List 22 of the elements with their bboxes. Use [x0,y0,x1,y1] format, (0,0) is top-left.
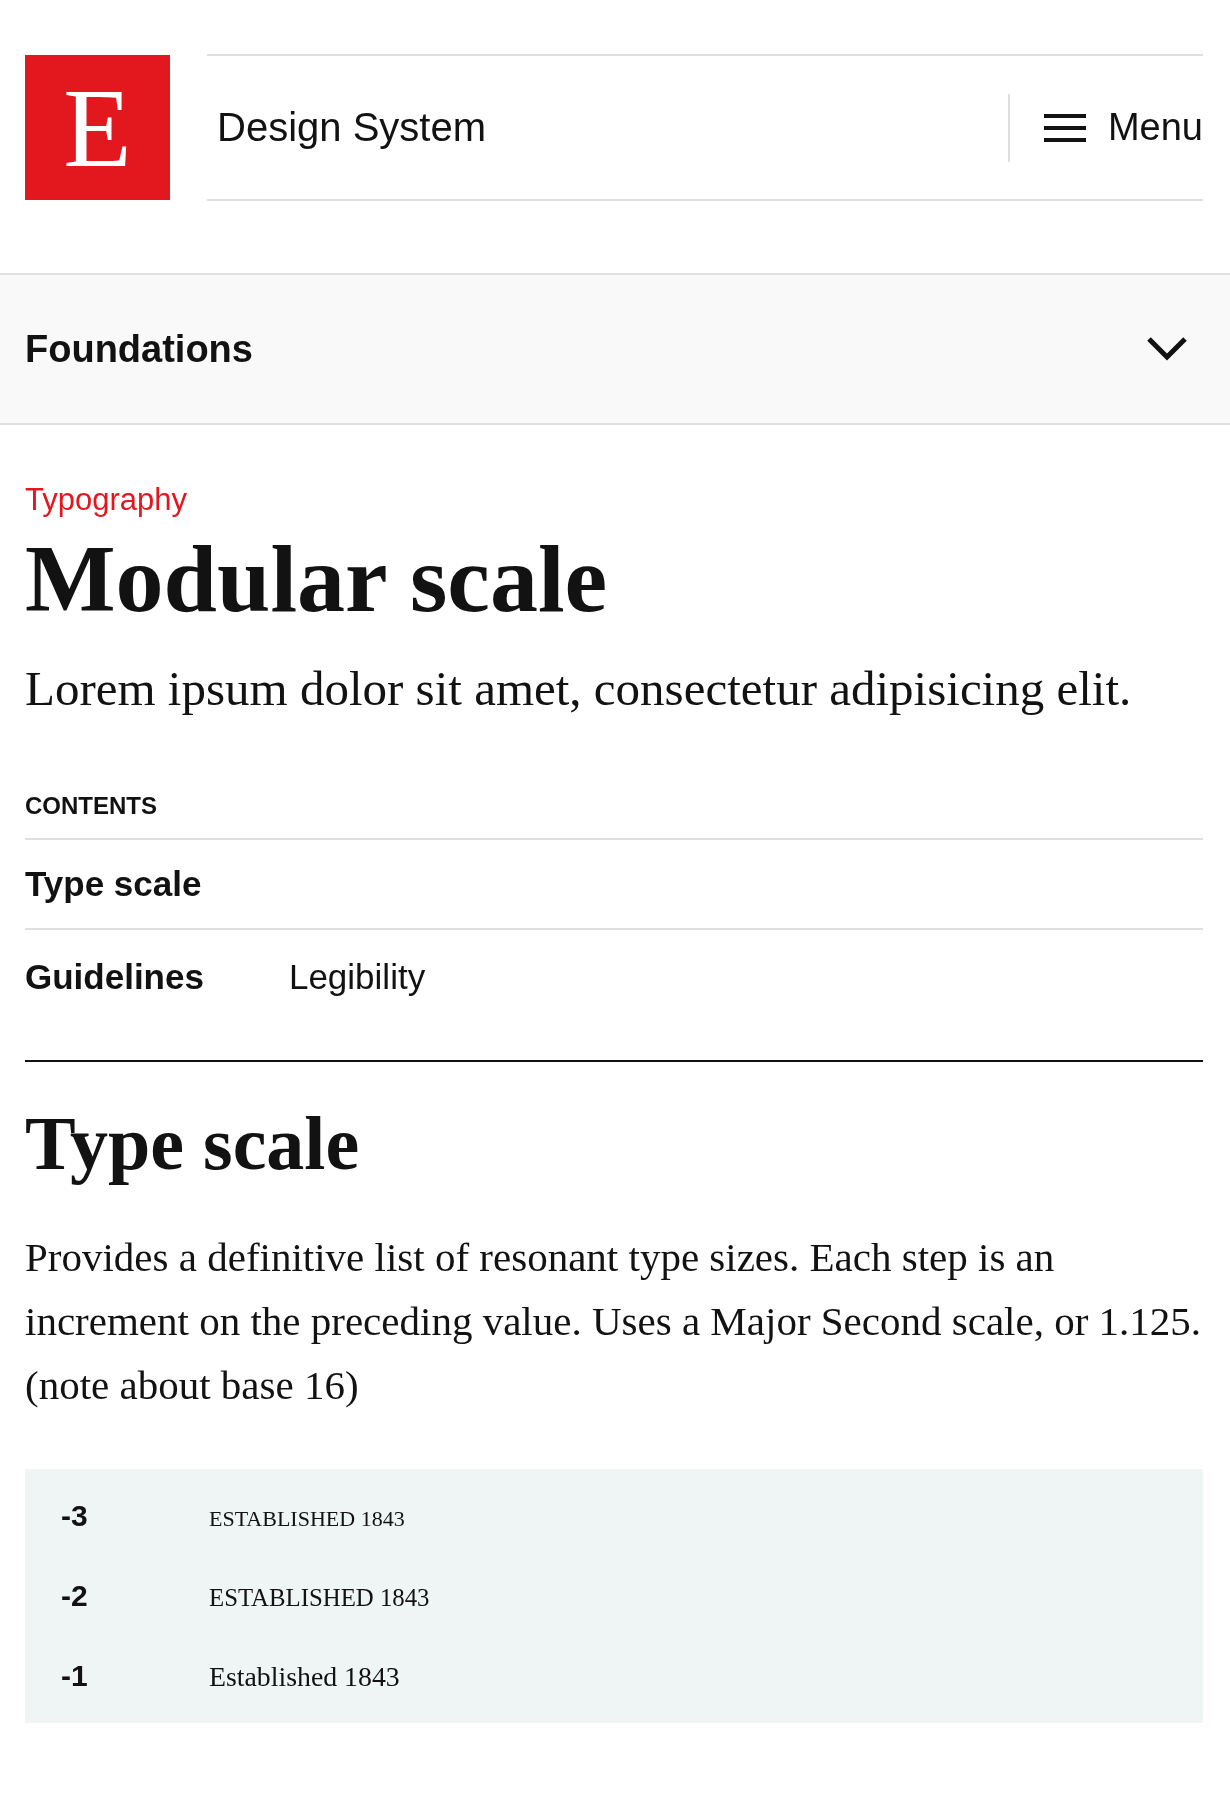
contents-link[interactable]: Guidelines [25,956,204,997]
contents-link[interactable]: Type scale [25,863,202,904]
section-label: Foundations [25,327,253,371]
section-dropdown[interactable]: Foundations [0,273,1230,425]
menu-button[interactable]: Menu [1007,93,1203,162]
intro-text: Lorem ipsum dolor sit amet, consectetur adipisicing elit. [25,659,1133,718]
sample-text: ESTABLISHED 1843 [209,1506,405,1533]
contents-heading: CONTENTS [25,791,1203,840]
section-title: Type scale [25,1101,361,1186]
site-title: Design System [217,105,487,150]
sample-text: Established 1843 [209,1661,400,1694]
logo[interactable]: E [25,55,170,200]
menu-icon [1043,112,1086,143]
step-number: -2 [61,1579,89,1614]
step-number: -3 [61,1499,89,1534]
page-title: Modular scale [25,526,609,632]
sample-text: ESTABLISHED 1843 [209,1584,430,1613]
chevron-icon [1146,336,1188,362]
contents-sublink[interactable]: Legibility [288,956,426,997]
eyebrow-text: Typography [25,482,188,518]
step-number: -1 [61,1659,89,1694]
section-text: Provides a definitive list of resonant type sizes. Each step is an increment on the preceding value. Uses a Major Second scale, or 1.125. (note about base 16) [25,1233,1203,1411]
